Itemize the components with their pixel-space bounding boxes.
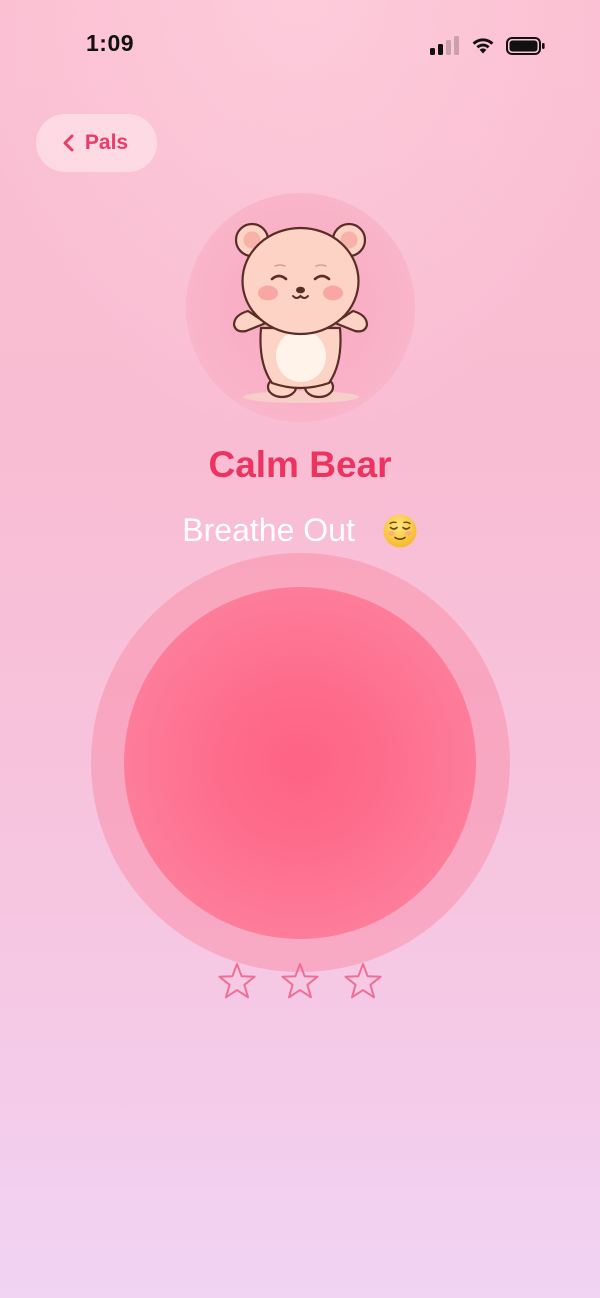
breathing-circle-core[interactable] bbox=[124, 587, 476, 939]
star-outline-icon bbox=[218, 963, 256, 999]
status-bar: 1:09 bbox=[0, 0, 600, 92]
bear-illustration bbox=[232, 222, 369, 403]
star-outline-icon bbox=[344, 963, 382, 999]
back-button-label: Pals bbox=[84, 131, 129, 154]
breath-phase-label: Breathe Out bbox=[182, 512, 355, 549]
bear-avatar bbox=[186, 193, 415, 422]
cellular-signal-icon bbox=[430, 36, 459, 55]
breathing-screen: 1:09 Pals Calm Bear Breathe Out bbox=[0, 0, 600, 1298]
star-rating bbox=[0, 961, 600, 1005]
wifi-icon bbox=[472, 38, 494, 54]
star-outline-icon bbox=[281, 963, 319, 999]
chevron-left-icon bbox=[63, 134, 74, 152]
pal-name: Calm Bear bbox=[208, 444, 392, 485]
status-time: 1:09 bbox=[86, 30, 135, 56]
breath-phase: Breathe Out bbox=[0, 510, 600, 549]
battery-icon bbox=[506, 37, 545, 55]
back-button[interactable]: Pals bbox=[36, 114, 157, 172]
relieved-face-emoji-icon bbox=[383, 514, 417, 548]
